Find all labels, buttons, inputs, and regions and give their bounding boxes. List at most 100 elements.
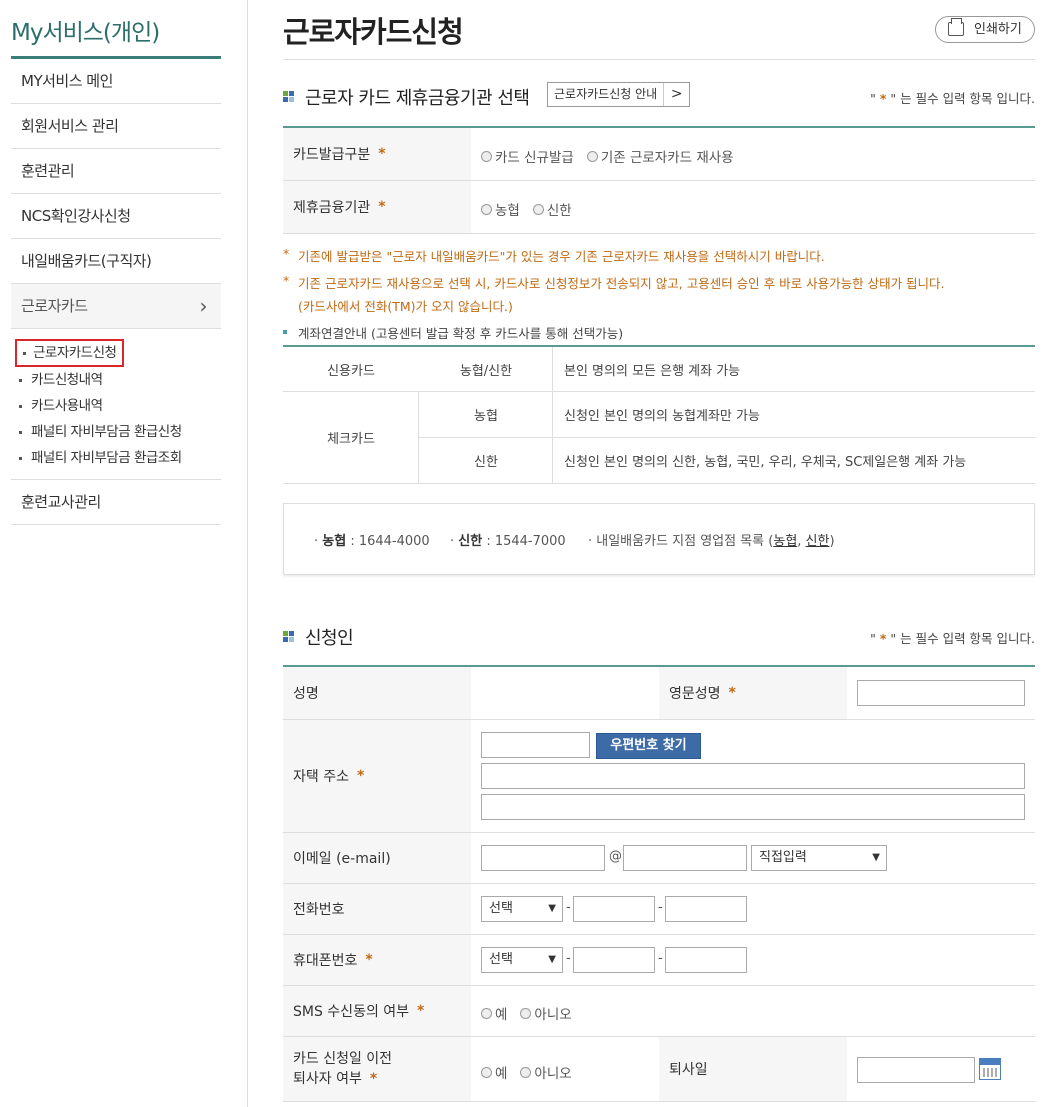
caret-down-icon: ▼ <box>872 852 880 863</box>
submenu-label: 카드신청내역 <box>31 372 103 388</box>
label-text: 카드발급구분 <box>293 147 371 163</box>
required-note-prefix: " <box>870 631 880 646</box>
sidebar-item-training[interactable]: 훈련관리 <box>11 149 221 194</box>
required-note: " * " 는 필수 입력 항목 입니다. <box>870 628 1035 647</box>
sidebar-item-my-main[interactable]: MY서비스 메인 <box>11 59 221 104</box>
required-star: * <box>356 768 365 784</box>
radio-sms-no[interactable] <box>520 1007 532 1019</box>
select-value: 직접입력 <box>759 850 807 865</box>
dash: - <box>566 951 571 966</box>
table-cell: 신용카드 <box>283 347 419 392</box>
sidebar-submenu: 근로자카드신청 카드신청내역 카드사용내역 패널티 자비부담금 환급신청 패널티… <box>11 329 221 480</box>
table-cell: 신청인 본인 명의의 농협계좌만 가능 <box>553 392 1035 438</box>
phone-area-select[interactable]: 선택 ▼ <box>481 896 563 922</box>
sidebar-item-ncs-instructor[interactable]: NCS확인강사신청 <box>11 194 221 239</box>
sidebar-item-naeil-card[interactable]: 내일배움카드(구직자) <box>11 239 221 284</box>
radio-label: 카드 신규발급 <box>495 150 574 166</box>
label-text: 성명 <box>293 686 319 702</box>
branch-link-shinhan[interactable]: 신한 <box>806 534 830 549</box>
field-label: 카드발급구분 * <box>283 128 471 180</box>
select-value: 선택 <box>489 901 513 916</box>
submenu-label: 패널티 자비부담금 환급신청 <box>31 424 182 440</box>
submenu-item-card-usage[interactable]: 카드사용내역 <box>17 393 221 419</box>
email-domain-input[interactable] <box>623 845 747 871</box>
label-text: 퇴사일 <box>669 1062 708 1078</box>
print-button[interactable]: 인쇄하기 <box>935 16 1035 43</box>
section-header-card-institution: 근로자 카드 제휴금융기관 선택 근로자카드신청 안내 > " * " 는 필수… <box>283 82 1035 110</box>
email-at-sign: @ <box>609 849 622 864</box>
table-divider <box>552 347 553 484</box>
note-item: * 기존 근로자카드 재사용으로 선택 시, 카드사로 신청정보가 전송되지 않고… <box>283 273 945 291</box>
submenu-item-penalty-refund-apply[interactable]: 패널티 자비부담금 환급신청 <box>17 419 221 445</box>
form-row-card-issue-type: 카드발급구분 * 카드 신규발급 기존 근로자카드 재사용 <box>283 128 1035 181</box>
mobile-prefix-select[interactable]: 선택 ▼ <box>481 947 563 973</box>
field-label: 영문성명 * <box>659 667 847 719</box>
note-text: 기존 근로자카드 재사용으로 선택 시, 카드사로 신청정보가 전송되지 않고,… <box>298 276 945 291</box>
email-domain-select[interactable]: 직접입력 ▼ <box>751 845 887 871</box>
address-line1-input[interactable] <box>481 763 1025 789</box>
phone-last-input[interactable] <box>665 896 747 922</box>
section-bullet-icon <box>283 631 295 643</box>
phone-middle-input[interactable] <box>573 896 655 922</box>
note-text: 기존에 발급받은 "근로자 내일배움카드"가 있는 경우 기존 근로자카드 재사… <box>298 249 825 264</box>
submenu-item-worker-card-apply[interactable]: 근로자카드신청 <box>15 339 125 367</box>
retire-date-input[interactable] <box>857 1057 975 1083</box>
contact-phone: : 1644-4000 <box>346 534 430 549</box>
radio-retired-yes[interactable] <box>481 1066 492 1078</box>
calendar-icon[interactable] <box>979 1058 1001 1080</box>
required-star: * <box>378 146 386 162</box>
label-text: 휴대폰번호 <box>293 953 358 969</box>
email-id-input[interactable] <box>481 845 605 871</box>
sidebar: My서비스(개인) MY서비스 메인 회원서비스 관리 훈련관리 NCS확인강사… <box>11 0 221 525</box>
required-note-text: " 는 필수 입력 항목 입니다. <box>886 631 1035 646</box>
submenu-item-card-apply-history[interactable]: 카드신청내역 <box>17 367 221 393</box>
field-label: 성명 <box>283 667 471 719</box>
radio-label: 예 <box>495 1066 508 1082</box>
card-institution-form: 카드발급구분 * 카드 신규발급 기존 근로자카드 재사용 제휴금융기관 * 농협 … <box>283 126 1035 234</box>
label-text: 전화번호 <box>293 902 345 918</box>
form-row-sms-consent: SMS 수신동의 여부 * 예 아니오 <box>283 986 1035 1037</box>
contact-shinhan: · 신한 : 1544-7000 <box>450 534 566 549</box>
field-label: 이메일 (e-mail) <box>283 833 471 883</box>
applicant-form: 성명 영문성명 * 자택 주소 * 우편번호 찾기 이메일 (e-mail) @ 직… <box>283 665 1035 1102</box>
radio-label: 신한 <box>546 203 572 219</box>
sidebar-item-member-service[interactable]: 회원서비스 관리 <box>11 104 221 149</box>
note-text: (카드사에서 전화(TM)가 오지 않습니다.) <box>298 299 513 314</box>
submenu-item-penalty-refund-view[interactable]: 패널티 자비부담금 환급조회 <box>17 445 221 471</box>
radio-label: 농협 <box>495 203 520 219</box>
section-header-applicant: 신청인 " * " 는 필수 입력 항목 입니다. <box>283 624 1035 650</box>
required-star: * <box>369 1071 378 1087</box>
form-row-mobile: 휴대폰번호 * 선택 ▼ - - <box>283 935 1035 986</box>
radio-new-issue[interactable] <box>481 150 492 162</box>
radio-shinhan[interactable] <box>532 203 544 215</box>
sidebar-item-teacher-manage[interactable]: 훈련교사관리 <box>11 480 221 525</box>
radio-nh[interactable] <box>481 203 492 215</box>
label-text: 자택 주소 <box>293 769 349 785</box>
card-apply-guide-button[interactable]: 근로자카드신청 안내 > <box>547 82 691 107</box>
sidebar-item-label: 근로자카드 <box>21 297 88 315</box>
form-row-address: 자택 주소 * 우편번호 찾기 <box>283 720 1035 833</box>
radio-reuse[interactable] <box>586 150 598 162</box>
zipcode-input[interactable] <box>481 732 590 758</box>
contact-nh: · 농협 : 1644-4000 <box>314 534 430 549</box>
form-row-name: 성명 영문성명 * <box>283 667 1035 720</box>
mobile-middle-input[interactable] <box>573 947 655 973</box>
card-issue-type-radios: 카드 신규발급 기존 근로자카드 재사용 <box>481 146 734 166</box>
radio-retired-no[interactable] <box>520 1066 532 1078</box>
table-divider <box>418 392 419 484</box>
address-line2-input[interactable] <box>481 794 1025 820</box>
radio-sms-yes[interactable] <box>481 1007 492 1019</box>
mobile-last-input[interactable] <box>665 947 747 973</box>
branch-link-nh[interactable]: 농협 <box>773 534 797 549</box>
square-bullet-icon <box>283 329 287 334</box>
english-name-input[interactable] <box>857 680 1025 706</box>
sidebar-item-worker-card[interactable]: 근로자카드 › <box>11 284 221 329</box>
table-cell: 농협 <box>419 392 553 438</box>
radio-label: 아니오 <box>534 1007 572 1023</box>
label-line-2: 퇴사자 여부 * <box>293 1069 377 1089</box>
table-cell: 체크카드 <box>283 392 419 484</box>
radio-label: 기존 근로자카드 재사용 <box>600 150 734 166</box>
zipcode-search-button[interactable]: 우편번호 찾기 <box>596 733 701 759</box>
contact-label: 농협 <box>322 534 347 549</box>
account-note: 계좌연결안내 (고용센터 발급 확정 후 카드사를 통해 선택가능) <box>283 323 623 341</box>
